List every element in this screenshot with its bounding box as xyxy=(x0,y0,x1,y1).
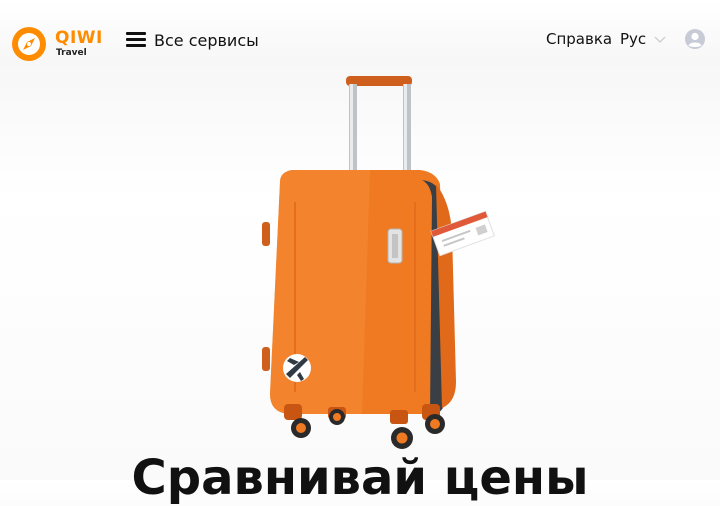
user-avatar-icon[interactable] xyxy=(684,28,706,50)
all-services-label: Все сервисы xyxy=(154,30,259,50)
help-link[interactable]: Справка xyxy=(546,30,612,48)
qiwi-travel-logo[interactable]: QIWI Travel xyxy=(10,25,110,65)
logo-sub-text: Travel xyxy=(56,48,87,58)
logo-brand-text: QIWI xyxy=(55,28,103,48)
suitcase-illustration xyxy=(262,76,496,449)
menu-icon xyxy=(126,32,146,48)
language-label: Рус xyxy=(620,30,647,48)
qiwi-logo-icon xyxy=(12,27,46,61)
all-services-button[interactable]: Все сервисы xyxy=(126,28,259,52)
chevron-down-icon xyxy=(654,36,666,43)
top-bar: QIWI Travel Все сервисы Справка Рус xyxy=(0,0,720,80)
language-selector[interactable]: Рус xyxy=(620,30,666,48)
hero-headline: Сравнивай цены xyxy=(131,450,589,506)
